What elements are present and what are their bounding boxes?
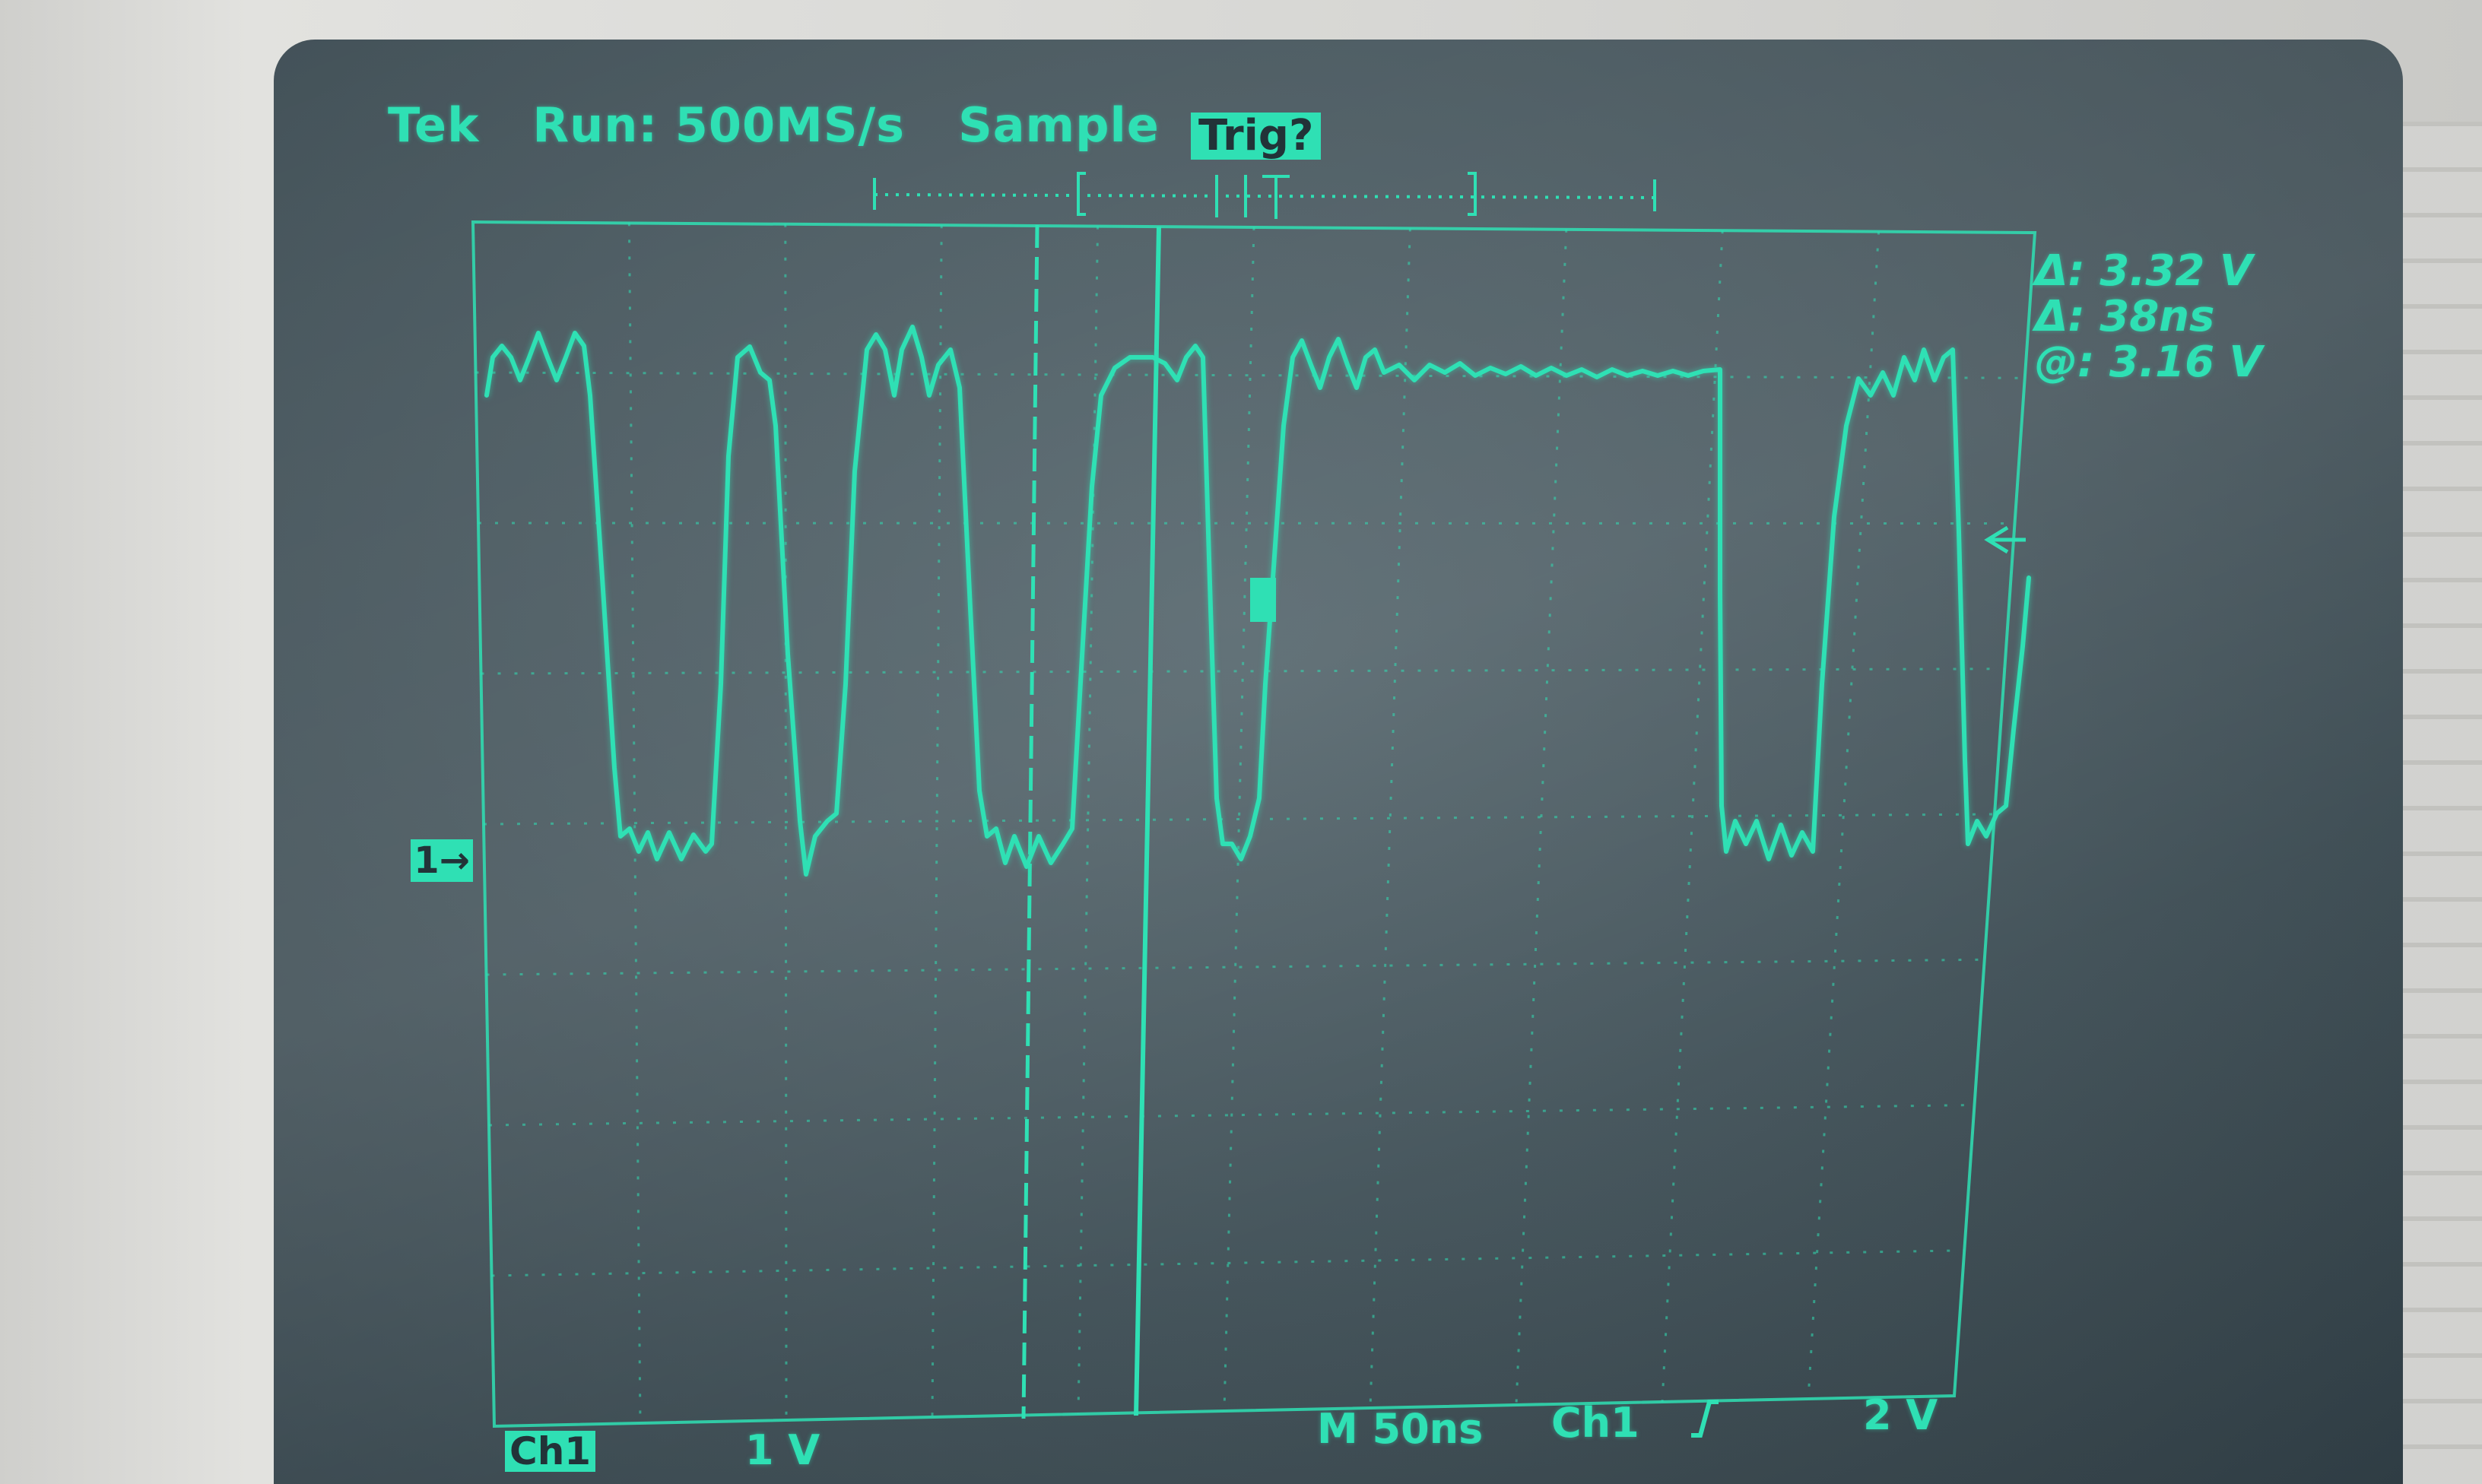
- time-cursors[interactable]: [1021, 224, 1161, 1419]
- grid-lines: [475, 223, 2025, 1424]
- grid-vertical-line: [1661, 230, 1724, 1403]
- scope-display: [471, 172, 2037, 1429]
- trigger-source: Ch1: [1551, 1399, 1639, 1447]
- grid-horizontal-line: [483, 813, 1995, 826]
- channel-scale: 1 V: [745, 1426, 820, 1474]
- channel-label: Ch1: [505, 1431, 596, 1472]
- channel-1-ground-marker[interactable]: 1→: [411, 839, 473, 882]
- grid-horizontal-line: [486, 958, 1985, 976]
- status-line: Tek Run: 500MS/s Sample: [388, 97, 1213, 153]
- timebase: M 50ns: [1317, 1405, 1484, 1453]
- trigger-level: 2 V: [1863, 1391, 1938, 1439]
- cursor-delta-time: Δ: 38ns: [2035, 292, 2215, 341]
- cursor-2-solid[interactable]: [1134, 226, 1161, 1416]
- record-ruler: [873, 172, 1656, 219]
- trigger-level-arrow[interactable]: [1984, 525, 2026, 554]
- cursor-1-dashed[interactable]: [1021, 224, 1039, 1419]
- cursor-delta-voltage: Δ: 3.32 V: [2035, 246, 2253, 296]
- grid-horizontal-line: [481, 667, 2005, 675]
- grid-horizontal-line: [491, 1249, 1965, 1277]
- cursor-at-voltage: @: 3.16 V: [2035, 338, 2262, 387]
- grid-horizontal-line: [475, 371, 2025, 379]
- rising-edge-icon: [1688, 1396, 1722, 1451]
- brand-label: Tek: [388, 97, 480, 153]
- acquisition-mode: Sample: [958, 97, 1160, 153]
- grid-horizontal-line: [478, 522, 2015, 525]
- trigger-position-marker[interactable]: [1250, 578, 1276, 622]
- trigger-status-badge: Trig?: [1191, 113, 1322, 160]
- acquisition-state: Run: 500MS/s: [532, 97, 906, 153]
- grid-vertical-line: [1807, 231, 1881, 1400]
